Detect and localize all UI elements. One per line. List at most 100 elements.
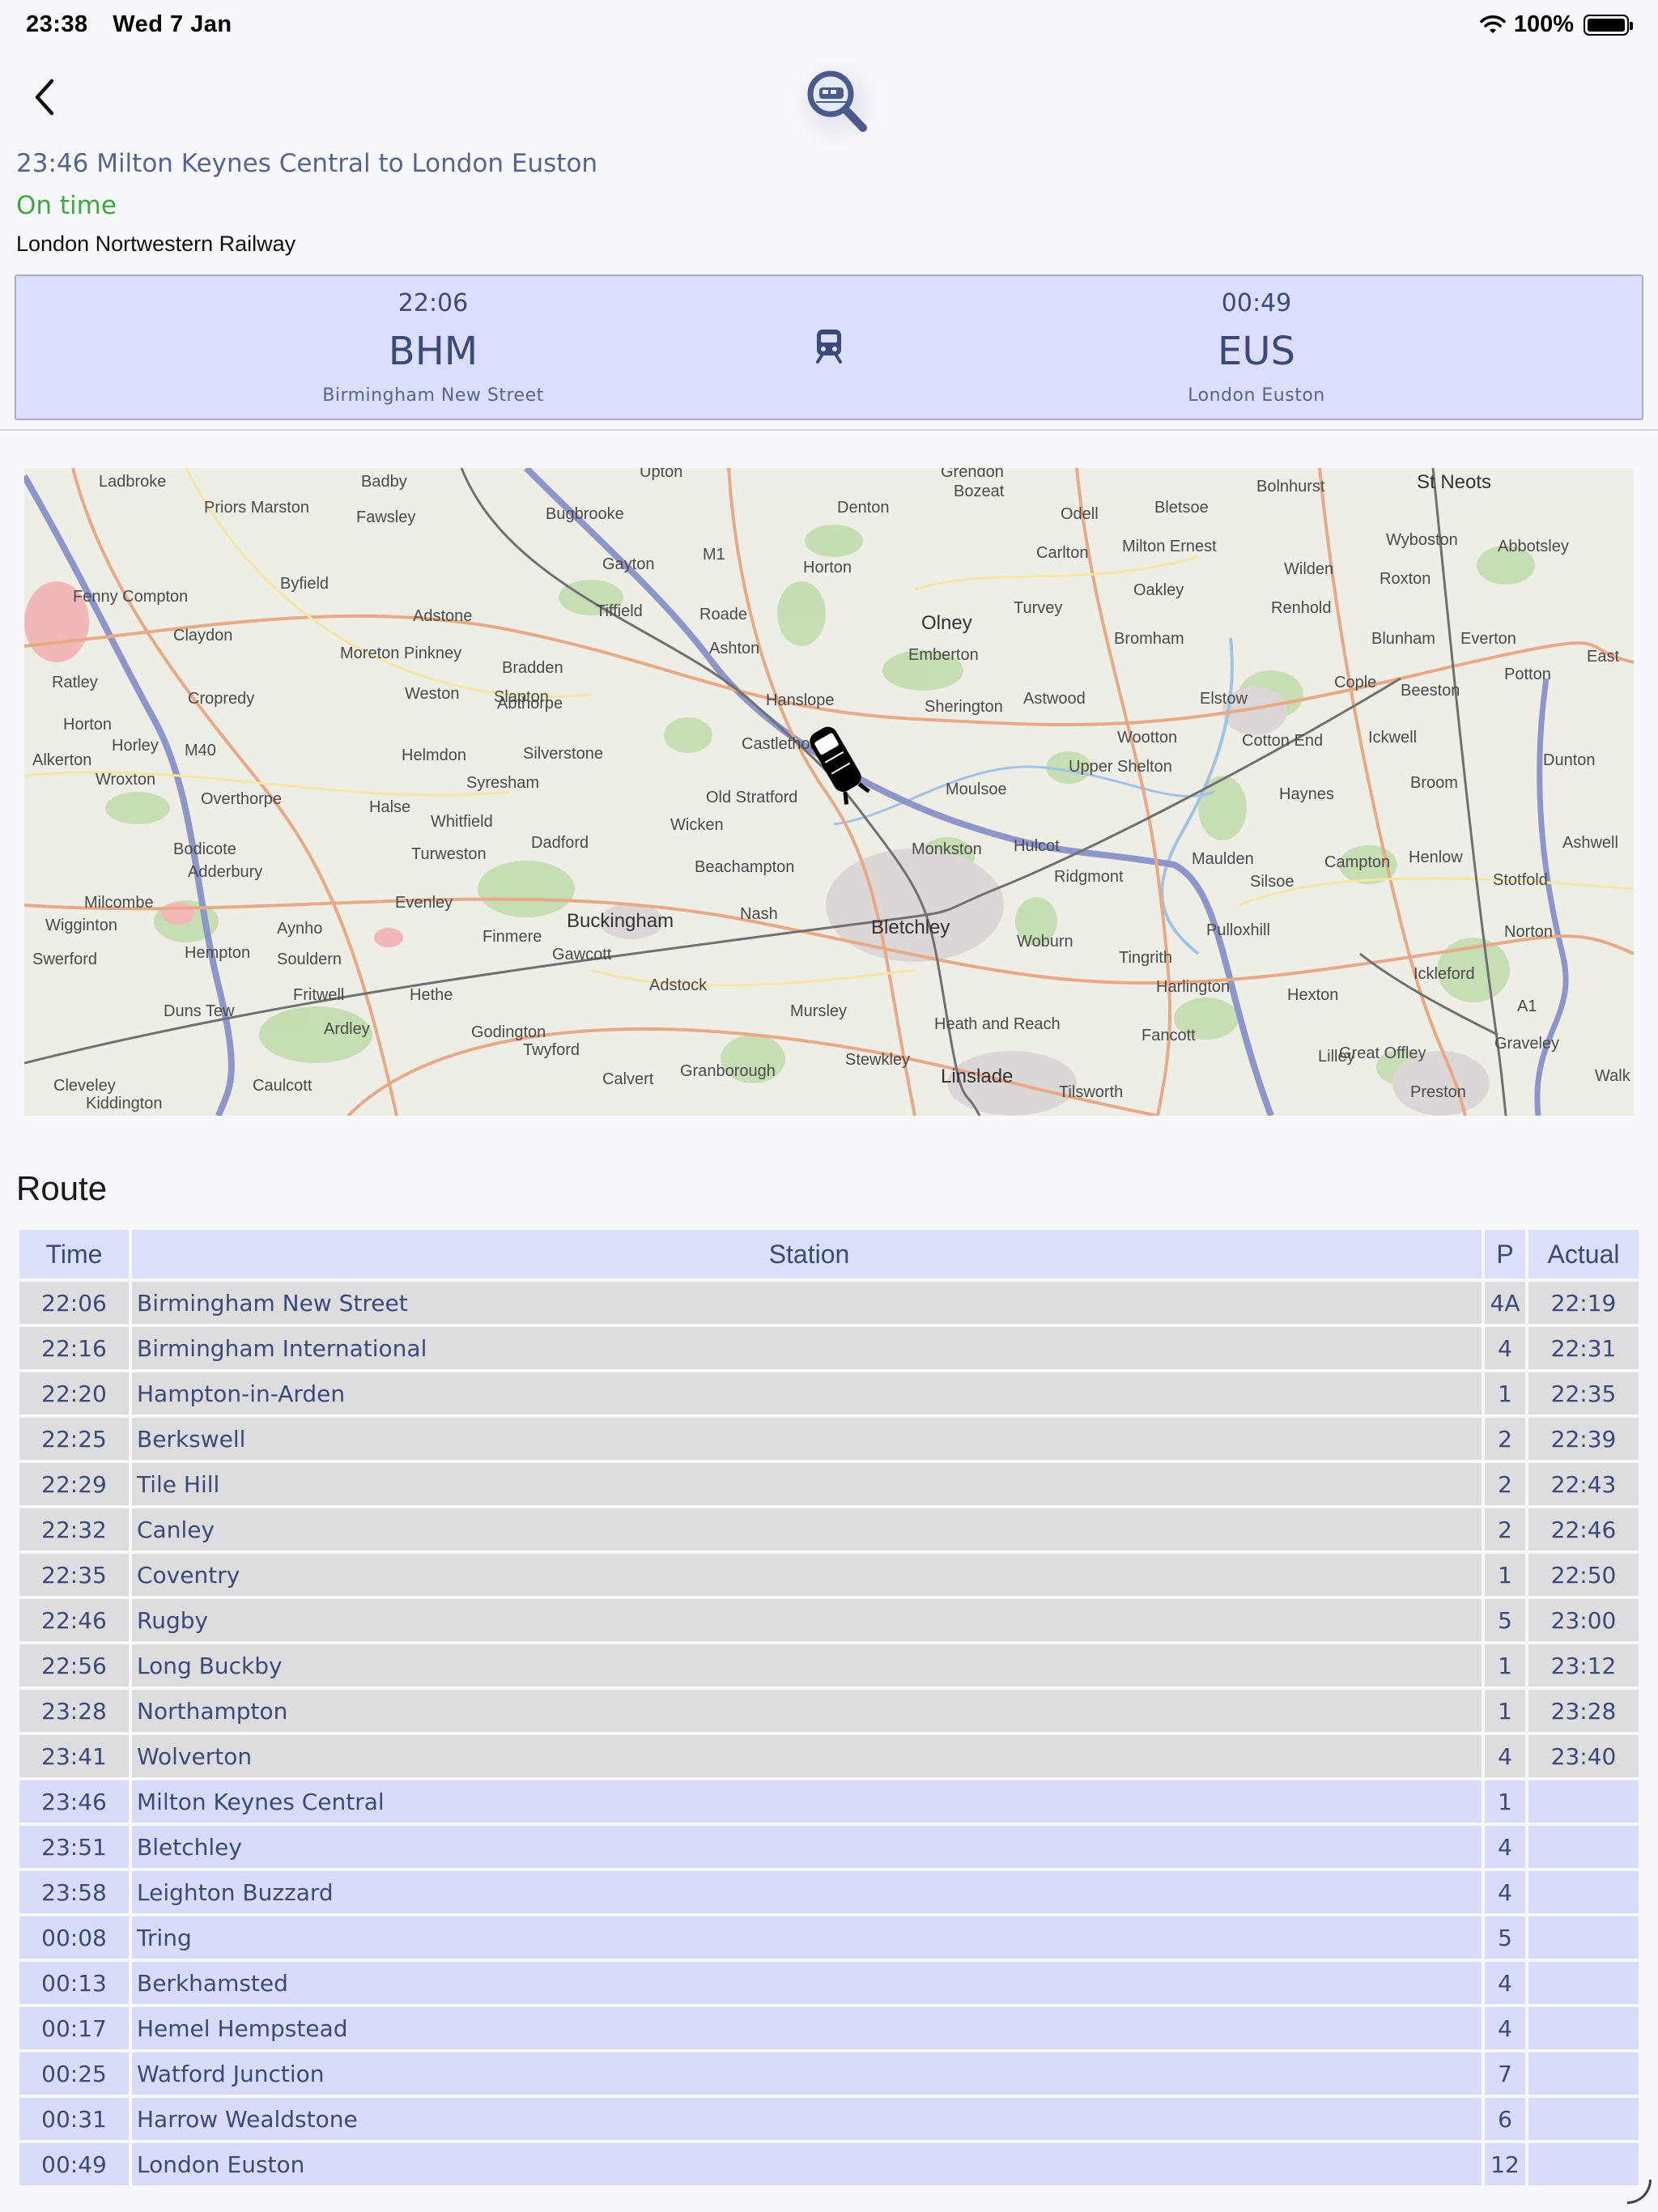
map-label: Ashton — [709, 640, 760, 657]
map-label: Adstock — [649, 976, 708, 994]
map-label: Beachampton — [695, 858, 795, 876]
table-row[interactable]: 23:51 Bletchley 4 — [19, 1826, 1639, 1868]
table-row[interactable]: 00:08 Tring 5 — [19, 1916, 1639, 1959]
map-label: Silsoe — [1250, 873, 1295, 891]
destination-code: EUS — [1218, 329, 1295, 374]
row-station: Birmingham New Street — [132, 1282, 1482, 1324]
map-label: Fawsley — [356, 508, 416, 526]
row-actual: 22:35 — [1528, 1372, 1639, 1414]
map-label: Bromham — [1114, 630, 1184, 648]
map-label: Hanslope — [766, 691, 835, 709]
map-label: Monkston — [912, 840, 982, 858]
row-time: 22:20 — [19, 1372, 129, 1414]
row-platform: 2 — [1485, 1463, 1525, 1505]
map-label: Wilden — [1284, 560, 1334, 578]
row-time: 23:58 — [19, 1871, 129, 1913]
row-time: 23:51 — [19, 1826, 129, 1868]
row-platform: 1 — [1485, 1780, 1525, 1823]
row-station: Berkswell — [132, 1418, 1482, 1460]
table-row[interactable]: 23:58 Leighton Buzzard 4 — [19, 1871, 1639, 1913]
map-label: Sherington — [925, 698, 1003, 716]
row-time: 00:13 — [19, 1962, 129, 2004]
table-row[interactable]: 00:25 Watford Junction 7 — [19, 2052, 1639, 2095]
map-label: Ridgmont — [1054, 868, 1124, 886]
map-label: Pulloxhill — [1206, 921, 1270, 939]
table-row[interactable]: 22:06 Birmingham New Street 4A 22:19 — [19, 1282, 1639, 1324]
map-label: Godington — [471, 1023, 546, 1041]
map-label: Cotton End — [1242, 732, 1324, 750]
map-label: Graveley — [1494, 1035, 1560, 1053]
map-label: Wicken — [670, 816, 724, 834]
map-label: Mursley — [790, 1002, 848, 1020]
map-label: Elstow — [1200, 690, 1248, 708]
map-label: Old Stratford — [706, 789, 798, 806]
table-row[interactable]: 23:41 Wolverton 4 23:40 — [19, 1735, 1639, 1777]
map-label: Helmdon — [402, 747, 467, 764]
table-row[interactable]: 22:29 Tile Hill 2 22:43 — [19, 1463, 1639, 1505]
row-platform: 2 — [1485, 1508, 1525, 1551]
table-row[interactable]: 22:20 Hampton-in-Arden 1 22:35 — [19, 1372, 1639, 1414]
row-actual — [1528, 2098, 1639, 2140]
map-label: Great Offley — [1339, 1044, 1426, 1062]
row-time: 22:56 — [19, 1644, 129, 1687]
table-row[interactable]: 22:16 Birmingham International 4 22:31 — [19, 1327, 1639, 1369]
route-heading: Route — [16, 1169, 108, 1207]
map-label: Tingrith — [1119, 949, 1172, 967]
train-position-marker[interactable] — [806, 719, 870, 808]
table-row[interactable]: 23:46 Milton Keynes Central 1 — [19, 1780, 1639, 1823]
row-actual: 23:40 — [1528, 1735, 1639, 1777]
table-row[interactable]: 22:32 Canley 2 22:46 — [19, 1508, 1639, 1551]
row-time: 22:32 — [19, 1508, 129, 1551]
table-row[interactable]: 23:28 Northampton 1 23:28 — [19, 1690, 1639, 1732]
destination-time: 00:49 — [1221, 289, 1292, 317]
map-label: Ratley — [52, 674, 98, 691]
map-label: Moreton Pinkney — [340, 644, 462, 662]
service-title: 23:46 Milton Keynes Central to London Eu… — [16, 149, 598, 178]
map-label: Bradden — [502, 659, 563, 677]
table-row[interactable]: 00:49 London Euston 12 — [19, 2143, 1639, 2185]
row-station: Rugby — [132, 1599, 1482, 1641]
row-station: Wolverton — [132, 1735, 1482, 1777]
map-label: Moulsoe — [946, 781, 1007, 798]
origin-time: 22:06 — [397, 289, 469, 317]
map-label: Twyford — [523, 1041, 580, 1059]
row-station: Berkhamsted — [132, 1962, 1482, 2004]
service-status: On time — [16, 191, 117, 220]
table-row[interactable]: 22:56 Long Buckby 1 23:12 — [19, 1644, 1639, 1687]
map-label: Abthorpe — [497, 695, 563, 713]
map-label: Denton — [837, 499, 890, 517]
map-label: Byfield — [280, 575, 329, 593]
map-label: Preston — [1410, 1083, 1466, 1101]
map-label: Upper Shelton — [1069, 758, 1172, 776]
table-row[interactable]: 22:25 Berkswell 2 22:39 — [19, 1418, 1639, 1460]
map-label: Odell — [1061, 505, 1099, 523]
row-platform: 6 — [1485, 2098, 1525, 2140]
route-map[interactable]: Ladbroke Priors Marston Badby Fawsley Bu… — [24, 468, 1634, 1116]
battery-percent: 100% — [1513, 11, 1574, 37]
row-actual: 22:39 — [1528, 1418, 1639, 1460]
row-actual: 22:31 — [1528, 1327, 1639, 1369]
map-label: Wigginton — [45, 917, 117, 934]
map-label: Priors Marston — [204, 499, 310, 517]
map-label: Roxton — [1380, 570, 1431, 588]
row-time: 22:46 — [19, 1599, 129, 1641]
map-label: Wroxton — [96, 771, 156, 789]
journey-summary-card: 22:06 BHM Birmingham New Street 00:49 EU… — [15, 274, 1643, 420]
row-station: Milton Keynes Central — [132, 1780, 1482, 1823]
table-row[interactable]: 22:46 Rugby 5 23:00 — [19, 1599, 1639, 1641]
back-button[interactable] — [29, 74, 62, 120]
table-row[interactable]: 22:35 Coventry 1 22:50 — [19, 1554, 1639, 1596]
map-label: Ickleford — [1414, 965, 1475, 983]
table-row[interactable]: 00:31 Harrow Wealdstone 6 — [19, 2098, 1639, 2140]
chevron-left-icon — [35, 79, 54, 116]
row-platform: 4 — [1485, 1826, 1525, 1868]
map-label: Walk — [1595, 1067, 1630, 1085]
table-row[interactable]: 00:13 Berkhamsted 4 — [19, 1962, 1639, 2004]
table-row[interactable]: 00:17 Hemel Hempstead 4 — [19, 2007, 1639, 2049]
map-label: Everton — [1460, 630, 1516, 648]
status-right: 100% — [1480, 11, 1633, 38]
map-label: Granborough — [680, 1062, 776, 1080]
map-label: Tilsworth — [1059, 1083, 1124, 1101]
row-time: 00:49 — [19, 2143, 129, 2185]
map-label: Broom — [1410, 774, 1458, 792]
